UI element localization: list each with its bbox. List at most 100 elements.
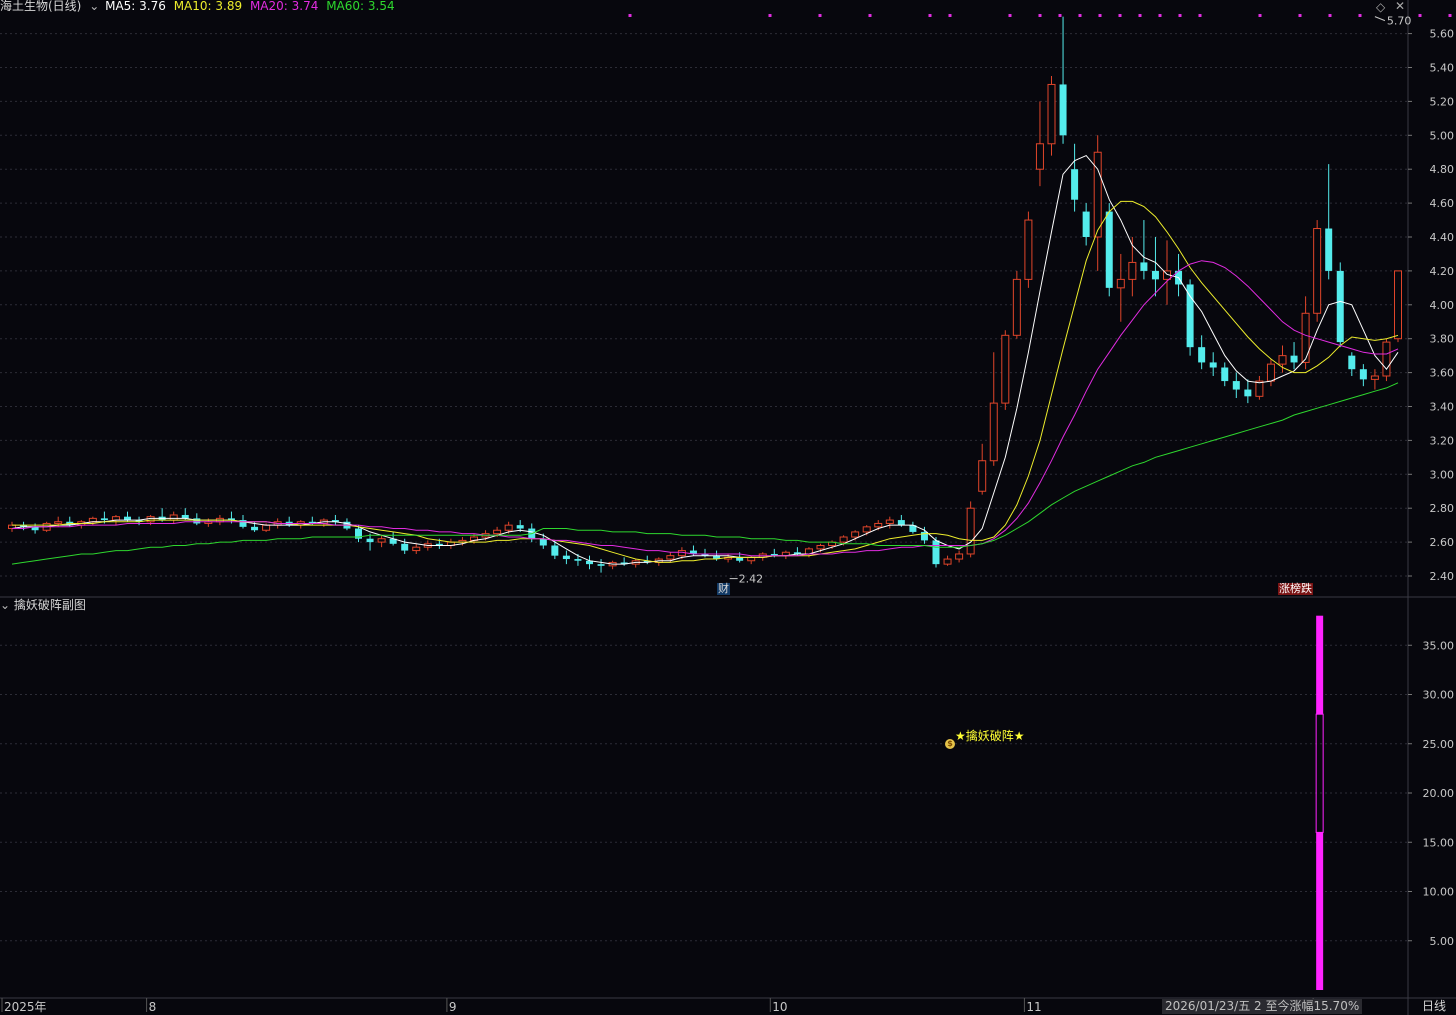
candle-body (1221, 367, 1229, 382)
y-tick-label: 2.60 (1430, 536, 1455, 549)
rank-marker[interactable]: 涨榜跌 (1278, 583, 1313, 595)
signal-dot (1358, 14, 1362, 17)
signal-bars (1315, 615, 1324, 990)
stock-title[interactable]: 海土生物(日线) (0, 0, 81, 13)
signal-dot (1118, 14, 1122, 17)
chevron-down-icon[interactable]: ⌄ (89, 0, 99, 13)
candle-body (839, 536, 848, 543)
candle-body (989, 402, 998, 462)
candle-body (666, 555, 675, 560)
candle-body (562, 555, 570, 560)
y-tick-label: 4.20 (1430, 265, 1455, 278)
candle-body (1071, 169, 1079, 200)
candle-body (366, 538, 374, 543)
candle-body (493, 529, 502, 535)
candle-body (932, 540, 940, 565)
candle-body (1001, 334, 1010, 404)
signal-dot (1138, 14, 1142, 17)
signal-bar (1316, 615, 1324, 715)
signal-dot (1178, 14, 1182, 17)
signal-dot (1098, 14, 1102, 17)
y-tick-label: 2.80 (1430, 502, 1455, 515)
candle-body (251, 526, 259, 531)
ma20-label: MA20: 3.74 (249, 0, 319, 13)
candle-body (1093, 151, 1102, 238)
candle-body (885, 519, 894, 524)
candle-body (516, 525, 524, 529)
candle-body (412, 546, 421, 552)
signal-dot (1158, 14, 1162, 17)
candle-body (111, 516, 120, 521)
candle-body (88, 517, 97, 523)
main-grid (0, 0, 1456, 1015)
finance-marker[interactable]: 财 (717, 583, 730, 595)
candle-body (1186, 284, 1194, 348)
period-label[interactable]: 日线 (1422, 1000, 1446, 1012)
ma60-line (11, 382, 1399, 565)
y-tick-label: 5.40 (1430, 62, 1455, 75)
signal-dot (1058, 14, 1062, 17)
candle-body (100, 518, 108, 521)
candle-body (1116, 278, 1125, 289)
candle-body (1336, 270, 1344, 343)
candle-body (943, 558, 952, 565)
y-tick-label: 30.00 (1423, 689, 1455, 702)
candle-body (1059, 84, 1067, 136)
candle-body (1255, 380, 1264, 397)
candle-body (966, 507, 975, 555)
candle-body (1382, 341, 1391, 377)
signal-dot (768, 14, 772, 17)
chevron-down-icon[interactable]: ⌄ (0, 598, 10, 612)
sub-grid (0, 644, 1408, 942)
candle-body (1313, 228, 1322, 314)
signal-bar-outline (1315, 713, 1324, 833)
y-tick-label: 20.00 (1423, 787, 1455, 800)
candle-body (862, 526, 871, 533)
candle-body (1047, 83, 1056, 145)
chart-canvas: 5.60 5.40 5.20 5.00 4.80 4.60 4.40 4.20 4.00 3.80… (0, 0, 1456, 1015)
candle-body (1370, 375, 1379, 380)
candle-body (816, 544, 825, 550)
close-icon[interactable]: ✕ (1395, 0, 1405, 13)
candle-body (1151, 270, 1159, 280)
main-header: 海土生物(日线) ⌄ MA5: 3.76 MA10: 3.89 MA20: 3.… (0, 0, 399, 13)
signal-dot (1298, 14, 1302, 17)
diamond-icon[interactable]: ◇ (1376, 0, 1385, 14)
y-tick-label: 10.00 (1423, 886, 1455, 899)
signal-dot (1198, 14, 1202, 17)
candle-body (1140, 262, 1148, 271)
top-signal-dots (628, 14, 1452, 17)
ma10-label: MA10: 3.89 (173, 0, 243, 13)
y-tick-label: 15.00 (1423, 836, 1455, 849)
price-annotations: 5.70 2.42 (729, 15, 1411, 586)
candle-body (54, 521, 63, 524)
candlesticks[interactable] (8, 16, 1402, 573)
y-tick-label: 3.00 (1430, 468, 1455, 481)
signal-dot (928, 14, 932, 17)
ma5-label: MA5: 3.76 (105, 0, 166, 13)
candle-body (1266, 363, 1275, 382)
candle-body (1359, 369, 1367, 380)
candle-body (1394, 270, 1402, 340)
sub-axis: 35.00 30.00 25.00 20.00 15.00 10.00 5.00 (1408, 639, 1454, 948)
y-tick-label: 3.60 (1430, 367, 1455, 380)
signal-dot (1448, 14, 1452, 17)
candle-body (262, 524, 271, 531)
y-tick-label: 3.20 (1430, 434, 1455, 447)
signal-dot (948, 14, 952, 17)
candle-body (851, 531, 860, 538)
signal-dot (868, 14, 872, 17)
y-tick-label: 35.00 (1423, 639, 1455, 652)
candle-body (1105, 211, 1113, 288)
annotation-pointer (1374, 16, 1386, 22)
candle-body (1082, 211, 1090, 237)
x-tick-label: 10 (772, 1000, 787, 1014)
y-tick-label: 25.00 (1423, 738, 1455, 751)
date-axis: 2025年89101112 (1, 998, 1330, 1014)
candle-body (874, 522, 883, 528)
candle-body (1198, 347, 1206, 363)
y-tick-label: 4.40 (1430, 231, 1455, 244)
y-tick-label: 4.00 (1430, 299, 1455, 312)
sub-title[interactable]: 擒妖破阵副图 (14, 598, 86, 612)
y-tick-label: 3.40 (1430, 401, 1455, 414)
